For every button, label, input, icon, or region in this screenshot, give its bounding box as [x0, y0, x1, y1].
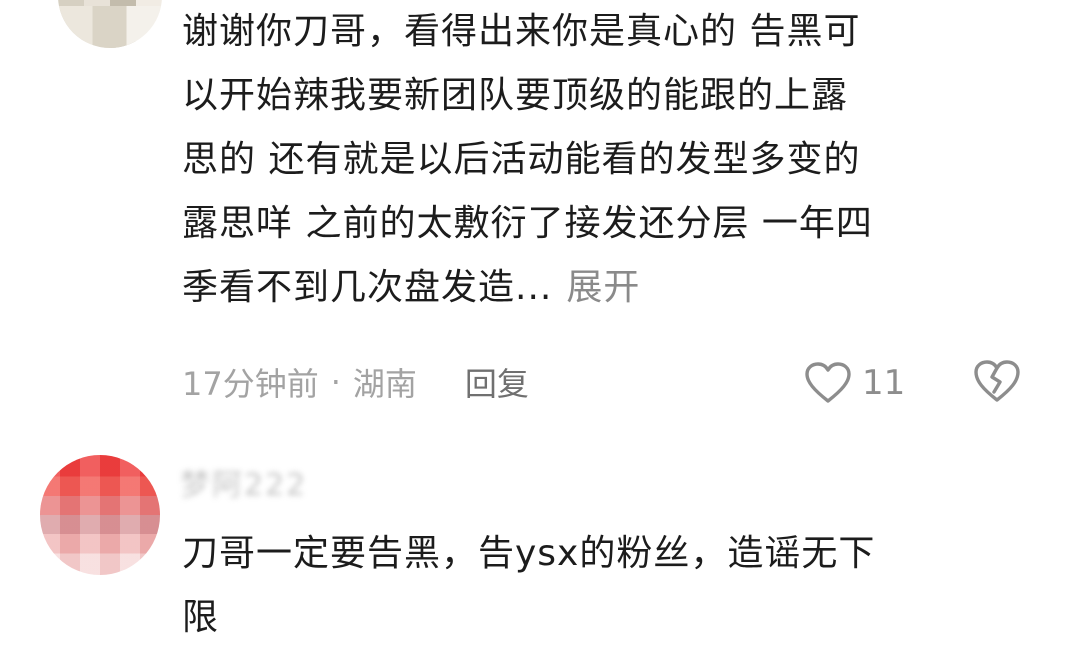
like-button[interactable]: 11 — [804, 358, 905, 408]
comment-line: 思的 还有就是以后活动能看的发型多变的 — [182, 139, 861, 180]
dislike-button[interactable] — [972, 358, 1022, 408]
reply-button[interactable]: 回复 — [465, 359, 529, 405]
meta-separator: · — [330, 363, 341, 401]
comment-location: 湖南 — [352, 365, 417, 403]
comment-line: 以开始辣我要新团队要顶级的能跟的上露 — [182, 75, 849, 116]
expand-link[interactable]: 展开 — [566, 267, 640, 308]
avatar[interactable] — [58, 0, 162, 48]
comment-body: 刀哥一定要告黑，告ysx的粉丝，造谣无下 限 — [182, 522, 1042, 650]
comment-line-last: 季看不到几次盘发造... 展开 — [182, 256, 1042, 320]
comment-line: 露思咩 之前的太敷衍了接发还分层 一年四 — [182, 203, 873, 244]
comment-line: 刀哥一定要告黑，告ysx的粉丝，造谣无下 — [182, 533, 876, 574]
avatar[interactable] — [40, 455, 160, 575]
comment-body: 谢谢你刀哥，看得出来你是真心的 告黑可 以开始辣我要新团队要顶级的能跟的上露 思… — [182, 0, 1042, 320]
comment-line-text: 季看不到几次盘发造... — [182, 267, 553, 308]
username[interactable]: 梦阿222 — [180, 460, 307, 504]
comment-time: 17分钟前 — [182, 365, 319, 403]
comment-line: 限 — [182, 597, 220, 638]
heart-icon — [805, 362, 851, 403]
comment-meta: 17分钟前 · 湖南 回复 — [182, 352, 1042, 412]
comment-line: 谢谢你刀哥，看得出来你是真心的 告黑可 — [182, 11, 861, 52]
broken-heart-icon — [974, 360, 1020, 402]
like-count: 11 — [862, 363, 906, 403]
